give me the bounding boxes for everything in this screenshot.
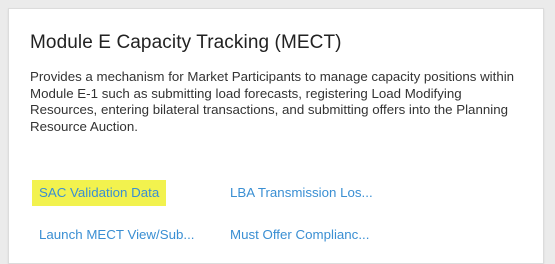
mect-card: Module E Capacity Tracking (MECT) Provid…	[8, 8, 544, 264]
sac-validation-data-link[interactable]: SAC Validation Data	[32, 180, 167, 206]
card-description: Provides a mechanism for Market Particip…	[30, 69, 515, 134]
card-title: Module E Capacity Tracking (MECT)	[30, 32, 342, 53]
must-offer-compliance-link[interactable]: Must Offer Complianc...	[230, 227, 369, 242]
lba-transmission-loss-link[interactable]: LBA Transmission Los...	[230, 185, 373, 200]
launch-mect-view-link[interactable]: Launch MECT View/Sub...	[39, 227, 194, 242]
